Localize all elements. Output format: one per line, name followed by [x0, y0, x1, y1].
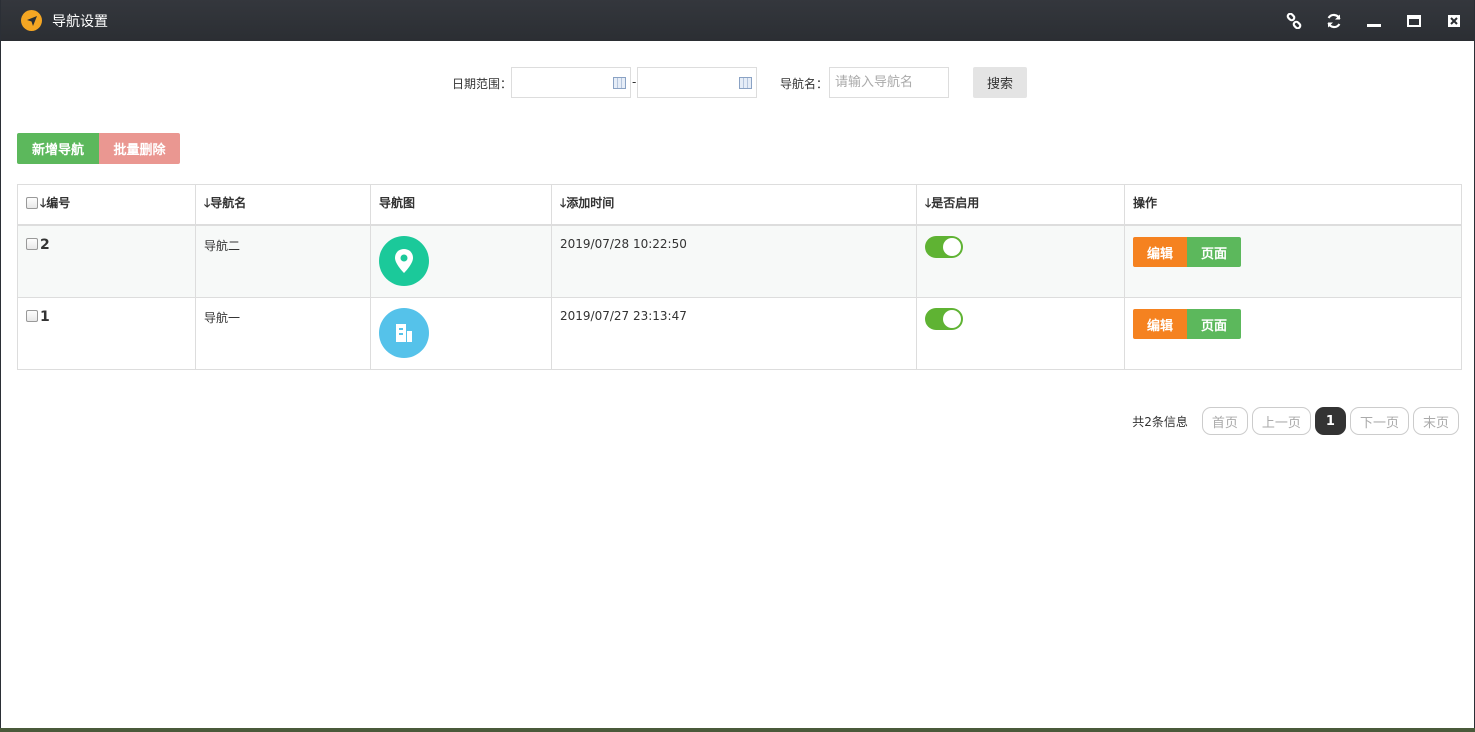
window-controls: [1274, 0, 1474, 41]
table-header-row: 🡓编号 🡓导航名 导航图 🡓添加时间 🡓是否启用 操作: [17, 184, 1462, 226]
row-id: 1: [40, 309, 50, 325]
refresh-button[interactable]: [1314, 0, 1354, 41]
window-title: 导航设置: [52, 13, 108, 30]
pagination: 共2条信息 首页 上一页 1 下一页 末页: [1132, 407, 1459, 435]
col-name-header[interactable]: 🡓导航名: [195, 184, 371, 226]
add-nav-button[interactable]: 新增导航: [17, 133, 99, 164]
search-bar: 日期范围： - 导航名： 搜索: [1, 67, 1474, 98]
table-row: 2 导航二 2019/07/28 10:22:50 编辑 页面: [17, 224, 1462, 298]
date-separator: -: [632, 75, 637, 89]
link-icon: [1286, 12, 1302, 29]
prev-page-button[interactable]: 上一页: [1251, 407, 1311, 435]
edit-button[interactable]: 编辑: [1133, 309, 1187, 339]
table-row: 1 导航一 2019/07/27 23:13:47 编辑 页面: [17, 297, 1462, 370]
select-all-checkbox[interactable]: [26, 197, 38, 209]
col-image-header: 导航图: [370, 184, 552, 226]
row-time: 2019/07/28 10:22:50: [551, 224, 917, 298]
close-icon: [1448, 14, 1460, 27]
calendar-icon[interactable]: [613, 77, 626, 89]
building-icon: [379, 308, 429, 358]
col-ops-header: 操作: [1124, 184, 1462, 226]
calendar-icon[interactable]: [739, 77, 752, 89]
row-checkbox[interactable]: [26, 238, 38, 250]
page-button[interactable]: 页面: [1187, 309, 1241, 339]
date-end-input[interactable]: [637, 67, 757, 98]
minimize-icon: [1367, 23, 1381, 27]
edit-button[interactable]: 编辑: [1133, 237, 1187, 267]
navigation-arrow-icon: [21, 10, 42, 31]
search-button[interactable]: 搜索: [973, 67, 1027, 98]
app-window: 导航设置 日期范围： - 导航名： 请输入导航名 搜索 新增导航 批量删除 🡓编…: [0, 0, 1475, 728]
next-page-button[interactable]: 下一页: [1349, 407, 1409, 435]
maximize-button[interactable]: [1394, 0, 1434, 41]
title-bar: 导航设置: [1, 0, 1474, 41]
date-range-label: 日期范围：: [452, 77, 513, 91]
col-id-header[interactable]: 🡓编号: [17, 184, 196, 226]
enabled-toggle[interactable]: [925, 236, 963, 258]
col-enabled-header[interactable]: 🡓是否启用: [916, 184, 1125, 226]
row-name: 导航一: [195, 297, 371, 370]
last-page-button[interactable]: 末页: [1412, 407, 1459, 435]
page-button[interactable]: 页面: [1187, 237, 1241, 267]
action-toolbar: 新增导航 批量删除: [17, 133, 180, 164]
date-start-input[interactable]: [511, 67, 631, 98]
enabled-toggle[interactable]: [925, 308, 963, 330]
total-count: 共2条信息: [1132, 414, 1188, 429]
link-button[interactable]: [1274, 0, 1314, 41]
col-time-header[interactable]: 🡓添加时间: [551, 184, 917, 226]
nav-name-label: 导航名：: [780, 77, 829, 91]
close-button[interactable]: [1434, 0, 1474, 41]
nav-name-input[interactable]: [829, 67, 949, 98]
location-pin-icon: [379, 236, 429, 286]
row-id: 2: [40, 237, 50, 253]
row-checkbox[interactable]: [26, 310, 38, 322]
nav-table: 🡓编号 🡓导航名 导航图 🡓添加时间 🡓是否启用 操作 2 导航二 2019/0…: [17, 184, 1462, 370]
maximize-icon: [1407, 14, 1421, 27]
minimize-button[interactable]: [1354, 0, 1394, 41]
batch-delete-button[interactable]: 批量删除: [99, 133, 180, 164]
first-page-button[interactable]: 首页: [1201, 407, 1248, 435]
row-time: 2019/07/27 23:13:47: [551, 297, 917, 370]
current-page-button[interactable]: 1: [1314, 407, 1346, 435]
refresh-icon: [1327, 13, 1341, 28]
row-name: 导航二: [195, 224, 371, 298]
